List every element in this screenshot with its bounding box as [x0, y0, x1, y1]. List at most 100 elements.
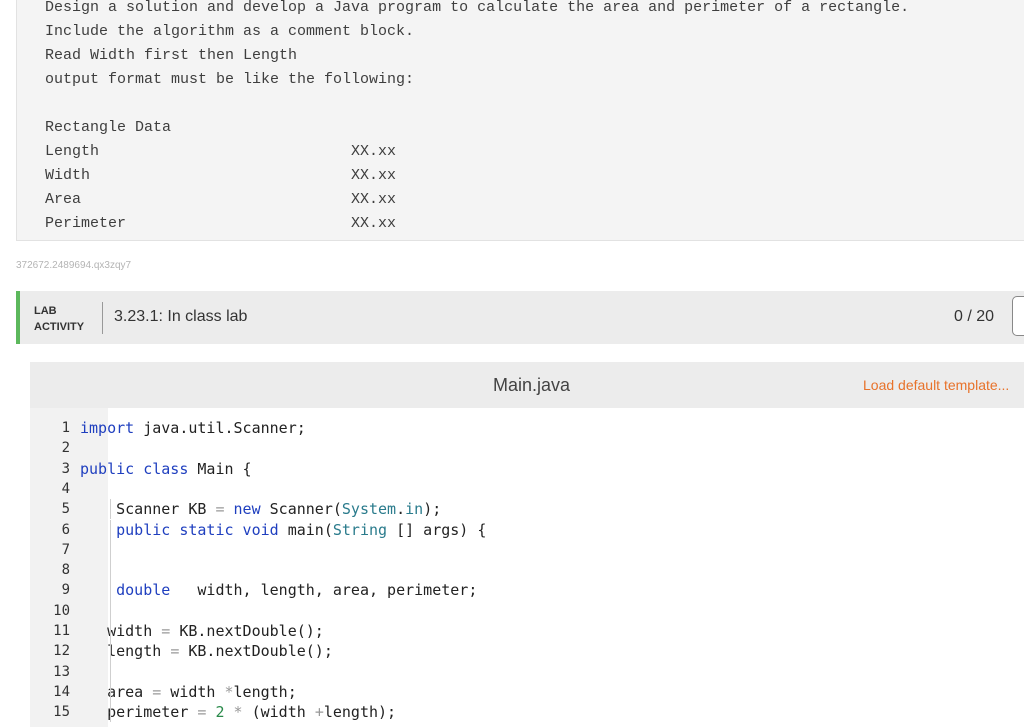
divider: [102, 302, 103, 334]
code-token: =: [215, 500, 225, 519]
code-token: +: [314, 703, 324, 722]
code-token: double: [116, 581, 171, 600]
code-token: Scanner KB: [80, 500, 216, 519]
load-default-template-link[interactable]: Load default template...: [863, 377, 1009, 393]
lab-title: 3.23.1: In class lab: [114, 308, 248, 325]
code-token: [] args) {: [387, 520, 487, 539]
lab-score: 0 / 20: [954, 308, 995, 325]
code-token: KB.nextDouble();: [179, 642, 333, 661]
output-row-label: Width: [45, 167, 91, 184]
line-number: 5: [61, 501, 70, 518]
output-row-value: XX.xx: [351, 167, 397, 184]
code-token: 2: [215, 703, 225, 722]
line-number: 7: [61, 541, 70, 558]
line-number: 2: [61, 440, 70, 457]
line-number: 1: [61, 420, 70, 436]
problem-statement: Design a solution and develop a Java pro…: [16, 0, 1024, 241]
indent-guide: [110, 661, 111, 682]
code-token: *: [233, 703, 243, 722]
code-token: String: [332, 520, 388, 539]
line-number: 13: [53, 663, 70, 680]
lab-tag-line2: ACTIVITY: [34, 321, 85, 333]
indent-guide: [110, 539, 111, 561]
watermark: 372672.2489694.qx3zqy7: [16, 260, 132, 271]
lab-activity-tag: LAB ACTIVITY: [34, 303, 104, 335]
code-token: width: [80, 622, 162, 640]
code-token: perimeter: [80, 703, 198, 722]
code-token: area: [80, 682, 153, 701]
code-token: Scanner(: [260, 500, 342, 519]
code-line: import java.util.Scanner;: [80, 418, 306, 438]
problem-line: Include the algorithm as a comment block…: [45, 23, 415, 40]
line-number: 4: [61, 480, 70, 497]
line-number: 9: [61, 582, 70, 599]
code-token: public static void: [116, 520, 279, 539]
code-token: length);: [323, 703, 397, 722]
output-row-value: XX.xx: [351, 191, 397, 208]
line-number: 12: [53, 643, 70, 660]
code-line: width = KB.nextDouble();: [80, 621, 324, 641]
problem-line: Read Width first then Length: [45, 47, 298, 64]
code-line: public static void main(String [] args) …: [80, 520, 486, 540]
output-row-value: XX.xx: [351, 215, 397, 232]
line-number: 6: [61, 521, 70, 538]
indent-guide: [110, 499, 111, 520]
line-number: 14: [53, 683, 70, 700]
file-name: Main.java: [493, 375, 571, 395]
code-token: main(: [278, 520, 333, 539]
line-number: 8: [61, 562, 70, 579]
indent-guide: [110, 681, 111, 703]
code-line: double width, length, area, perimeter;: [80, 580, 477, 600]
code-token: in: [405, 500, 424, 519]
code-token: java.util.Scanner;: [134, 419, 306, 437]
code-token: length;: [233, 682, 297, 701]
output-row-label: Area: [45, 191, 82, 208]
code-token: import: [80, 419, 135, 437]
problem-line: Design a solution and develop a Java pro…: [45, 0, 910, 16]
code-token: .: [396, 500, 406, 519]
indent-guide: [110, 600, 111, 621]
indent-guide: [110, 519, 111, 540]
code-line: perimeter = 2 * (width +length);: [80, 702, 396, 722]
code-token: );: [423, 500, 442, 519]
lab-tag-line1: LAB: [34, 305, 57, 317]
code-token: *: [224, 682, 234, 701]
indent-guide: [110, 702, 111, 723]
code-editor: Main.java Load default template... 1 impo…: [30, 362, 1024, 727]
code-token: width, length, area, perimeter;: [170, 581, 478, 600]
line-number: 10: [53, 602, 70, 619]
code-line: public class Main {: [80, 459, 252, 479]
code-token: width: [161, 682, 225, 701]
line-number: 15: [53, 704, 70, 721]
code-token: =: [170, 642, 180, 661]
code-token: new: [233, 500, 261, 519]
indent-guide: [110, 641, 111, 662]
code-token: =: [161, 622, 171, 640]
code-line: Scanner KB = new Scanner(System.in);: [80, 499, 441, 519]
line-number: 3: [61, 460, 70, 477]
code-token: public class: [80, 459, 189, 478]
indent-guide: [110, 621, 111, 642]
output-row-value: XX.xx: [351, 143, 397, 160]
code-token: System: [341, 500, 397, 519]
code-input-area[interactable]: [108, 408, 1024, 727]
code-line: length = KB.nextDouble();: [80, 641, 333, 661]
code-line: area = width *length;: [80, 682, 297, 702]
output-row-label: Perimeter: [45, 215, 127, 232]
problem-line: output format must be like the following…: [45, 71, 415, 88]
line-number: 11: [53, 623, 70, 639]
indent-guide: [110, 560, 111, 581]
score-checkbox[interactable]: [1012, 296, 1024, 336]
lab-activity-header: LAB ACTIVITY 3.23.1: In class lab 0 / 20: [16, 291, 1024, 344]
editor-header: Main.java Load default template...: [30, 362, 1024, 408]
code-token: =: [152, 682, 162, 701]
output-row-label: Length: [45, 143, 100, 160]
code-token: Main {: [188, 459, 252, 478]
output-table-title: Rectangle Data: [45, 119, 172, 136]
indent-guide: [110, 580, 111, 601]
code-token: KB.nextDouble();: [170, 622, 324, 640]
code-token: length: [80, 642, 171, 661]
code-token: (width: [242, 703, 315, 722]
